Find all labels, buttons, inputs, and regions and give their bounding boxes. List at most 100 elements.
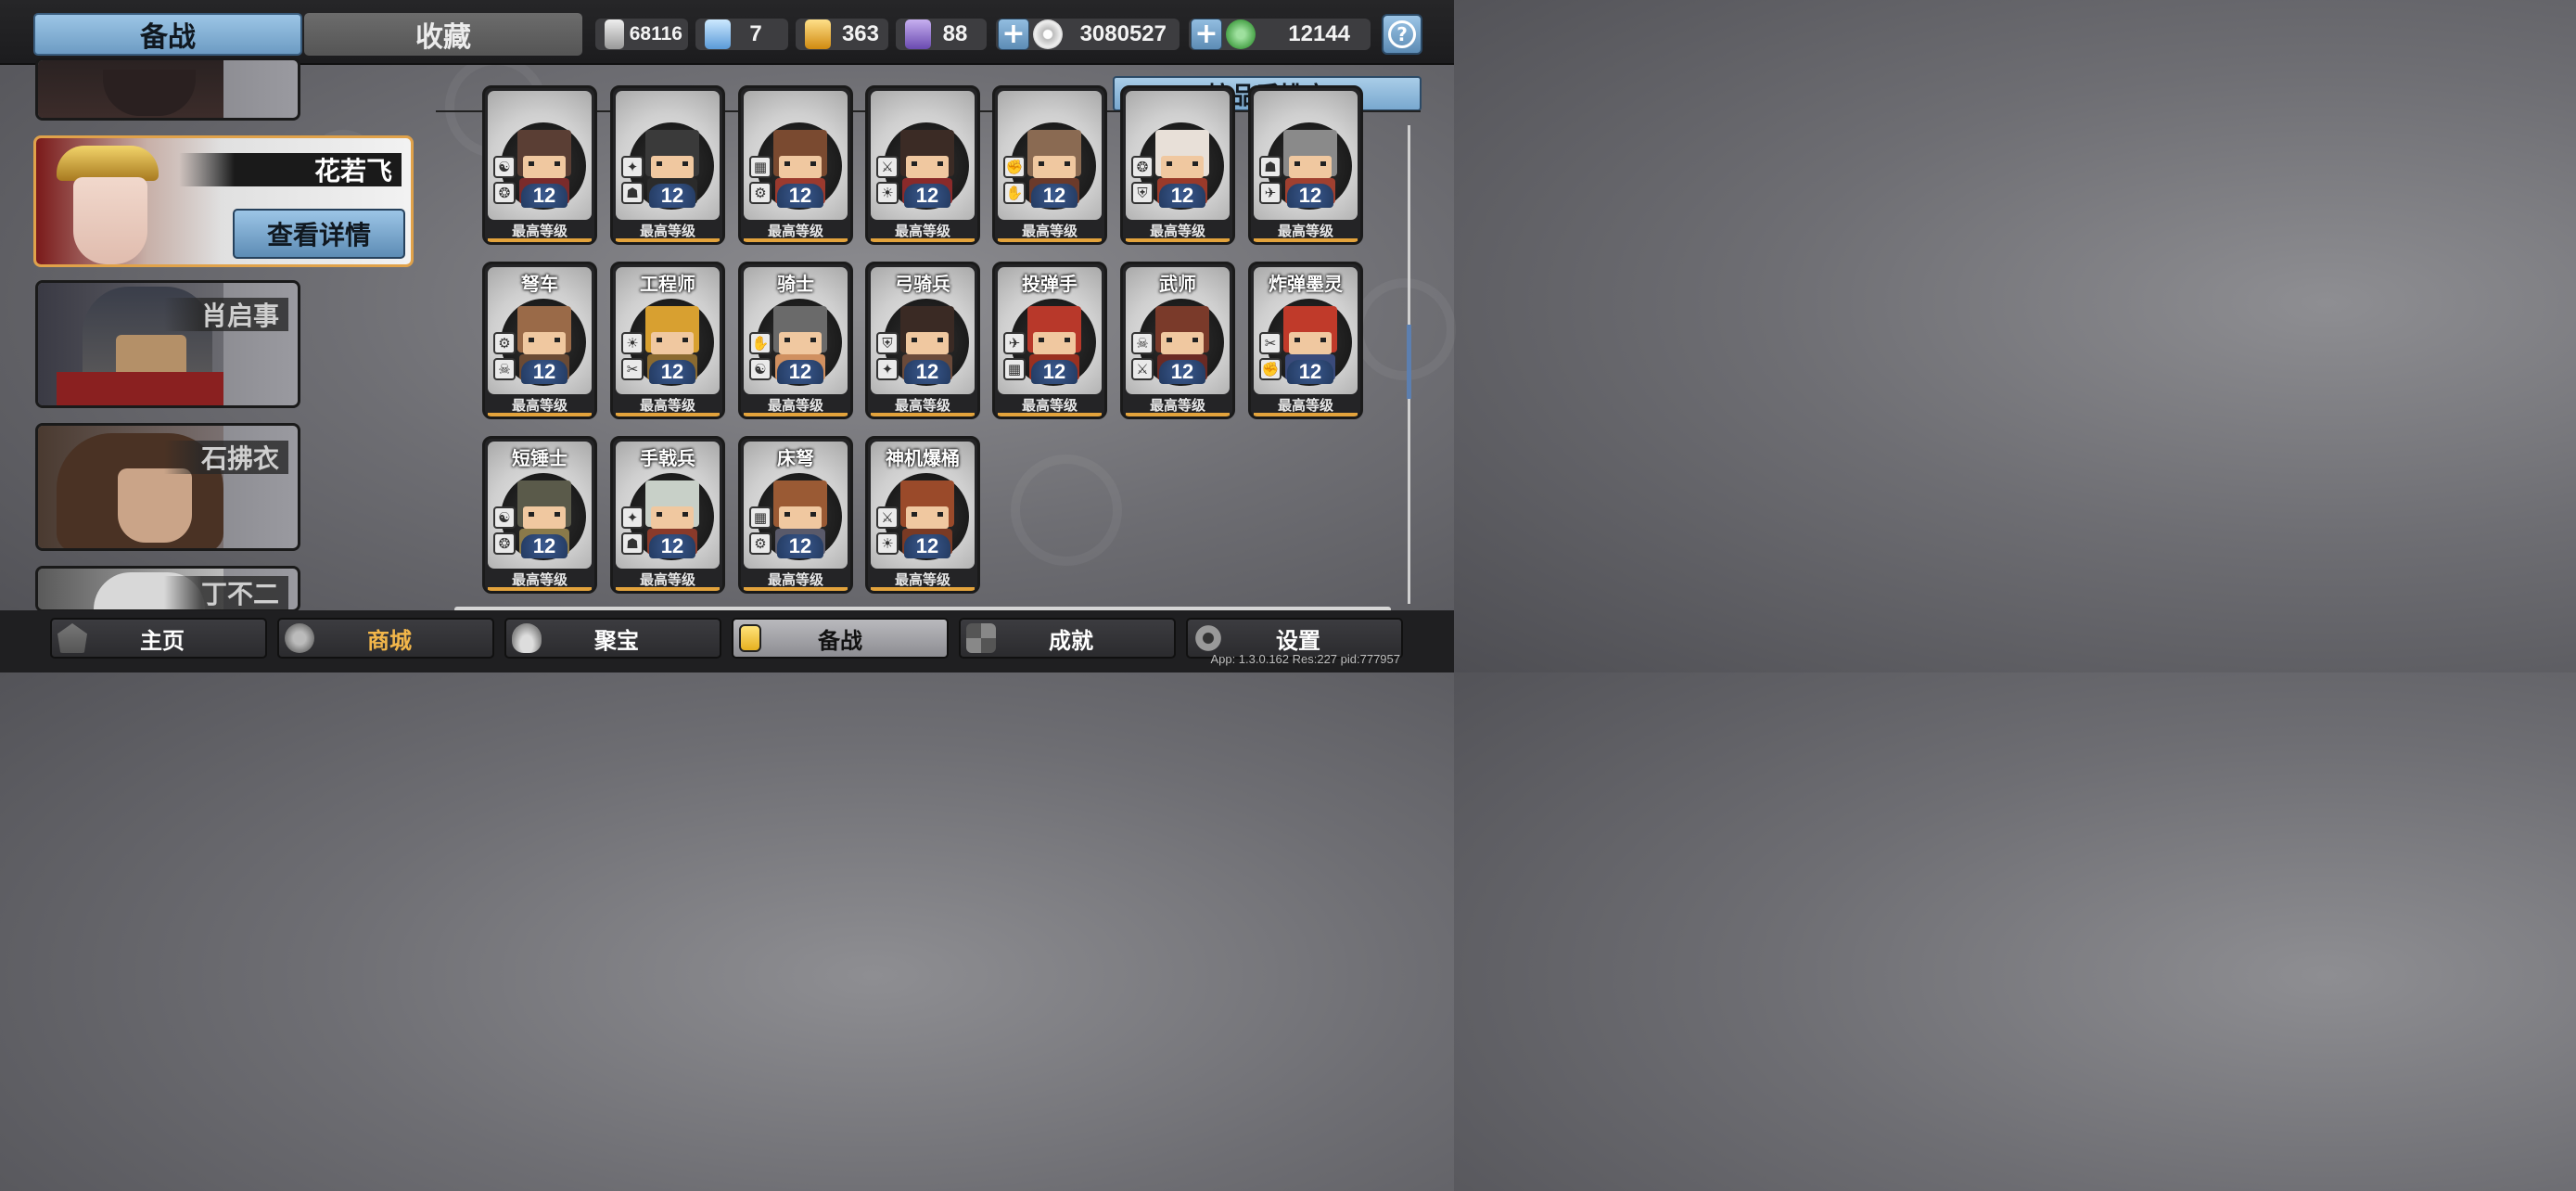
max-level-label: 最高等级 (741, 570, 850, 591)
unit-eyes (657, 161, 688, 166)
unit-trait-icon: ☯ (749, 358, 772, 380)
unit-card[interactable]: 神机爆桶 ⚔ ☀ 12 最高等级 (865, 436, 980, 594)
unit-level: 12 (649, 534, 695, 558)
gear-icon (1193, 623, 1223, 653)
unit-card[interactable]: 工程师 ☀ ✂ 12 最高等级 (610, 262, 725, 419)
unit-card[interactable]: ▦ ⚙ 12 最高等级 (738, 85, 853, 245)
unit-portrait: ✊ ✋ 12 (998, 91, 1102, 220)
jade-coin-icon (1226, 19, 1256, 49)
tab-prepare[interactable]: 备战 (33, 13, 302, 56)
view-details-button[interactable]: 查看详情 (233, 209, 405, 259)
currency-value: 12144 (1288, 21, 1350, 46)
unit-trait-icon: ✈ (1259, 182, 1282, 204)
nav-label: 商城 (367, 627, 412, 654)
unit-card[interactable]: ✊ ✋ 12 最高等级 (992, 85, 1107, 245)
unit-card[interactable]: 弓骑兵 ⛨ ✦ 12 最高等级 (865, 262, 980, 419)
unit-card[interactable]: 床弩 ▦ ⚙ 12 最高等级 (738, 436, 853, 594)
nav-prepare[interactable]: 备战 (732, 618, 949, 659)
unit-trait-icon: ⚔ (1131, 358, 1154, 380)
unit-trait-icon: ☠ (493, 358, 516, 380)
unit-card[interactable]: 武师 ☠ ⚔ 12 最高等级 (1120, 262, 1235, 419)
nav-shop[interactable]: 商城 (277, 618, 494, 659)
unit-trait-icon: ☗ (1259, 156, 1282, 178)
currency-silver: + 3080527 (996, 19, 1180, 50)
unit-card[interactable]: ☗ ✈ 12 最高等级 (1248, 85, 1363, 245)
hero-card[interactable]: 石拂衣 (35, 423, 300, 551)
unit-name: 武师 (1159, 273, 1196, 295)
unit-name: 神机爆桶 (886, 447, 960, 469)
unit-card[interactable]: 短锤士 ☯ ❂ 12 最高等级 (482, 436, 597, 594)
unit-trait-icon: ☗ (621, 182, 644, 204)
unit-face (906, 506, 949, 529)
unit-name: 床弩 (777, 447, 814, 469)
unit-face (651, 332, 694, 354)
add-jade-button[interactable]: + (1191, 19, 1222, 50)
unit-name: 工程师 (640, 273, 695, 295)
max-level-label: 最高等级 (1251, 222, 1360, 242)
unit-trait-icon: ☀ (876, 532, 899, 555)
unit-portrait: 手戟兵 ✦ ☗ 12 (616, 442, 720, 569)
nav-home[interactable]: 主页 (50, 618, 267, 659)
unit-trait-icon: ⚙ (749, 182, 772, 204)
add-silver-button[interactable]: + (998, 19, 1029, 50)
unit-portrait: ☯ ❂ 12 (488, 91, 592, 220)
background-ornament (1011, 455, 1122, 566)
hero-card-selected[interactable]: 花若飞 查看详情 (33, 135, 414, 267)
nav-label: 成就 (1049, 627, 1093, 654)
unit-face (779, 332, 822, 354)
unit-name: 投弹手 (1022, 273, 1078, 295)
max-level-label: 最高等级 (485, 570, 594, 591)
max-level-label: 最高等级 (485, 396, 594, 416)
max-level-label: 最高等级 (1123, 396, 1232, 416)
hero-card[interactable]: 丁不二 (35, 566, 300, 612)
nav-achievement[interactable]: 成就 (959, 618, 1176, 659)
unit-face (651, 156, 694, 178)
resource-value: 88 (942, 21, 968, 46)
unit-card[interactable]: 手戟兵 ✦ ☗ 12 最高等级 (610, 436, 725, 594)
tab-collection[interactable]: 收藏 (304, 13, 582, 56)
max-level-label: 最高等级 (868, 396, 977, 416)
help-button[interactable]: ? (1382, 14, 1422, 55)
unit-trait-icon: ⚔ (876, 506, 899, 529)
unit-trait-icon: ☯ (493, 156, 516, 178)
max-level-label: 最高等级 (868, 222, 977, 242)
unit-level: 12 (1159, 360, 1205, 384)
unit-card[interactable]: 投弹手 ✈ ▦ 12 最高等级 (992, 262, 1107, 419)
currency-jade: + 12144 (1189, 19, 1371, 50)
unit-trait-icon: ✋ (749, 332, 772, 354)
unit-portrait: 短锤士 ☯ ❂ 12 (488, 442, 592, 569)
hero-card[interactable] (35, 58, 300, 121)
unit-card[interactable]: ☯ ❂ 12 最高等级 (482, 85, 597, 245)
max-level-label: 最高等级 (485, 222, 594, 242)
scrollbar-thumb[interactable] (1407, 325, 1411, 399)
silver-shield-icon (605, 19, 624, 49)
currency-value: 3080527 (1079, 21, 1167, 46)
unit-face (523, 332, 566, 354)
red-scarf (57, 372, 223, 405)
resource-value: 363 (841, 21, 879, 46)
max-level-label: 最高等级 (1123, 222, 1232, 242)
unit-eyes (784, 338, 816, 342)
nav-treasure[interactable]: 聚宝 (504, 618, 721, 659)
unit-level: 12 (1031, 360, 1078, 384)
unit-face (523, 156, 566, 178)
unit-trait-icon: ✊ (1003, 156, 1026, 178)
unit-card[interactable]: ✦ ☗ 12 最高等级 (610, 85, 725, 245)
unit-portrait: ❂ ⛨ 12 (1126, 91, 1230, 220)
resource-purple-token: 88 (896, 19, 987, 50)
unit-name: 骑士 (777, 273, 814, 295)
unit-card[interactable]: ⚔ ☀ 12 最高等级 (865, 85, 980, 245)
unit-eyes (1294, 338, 1326, 342)
unit-card[interactable]: 骑士 ✋ ☯ 12 最高等级 (738, 262, 853, 419)
unit-card[interactable]: 弩车 ⚙ ☠ 12 最高等级 (482, 262, 597, 419)
unit-trait-icon: ▦ (1003, 358, 1026, 380)
unit-card[interactable]: 炸弹墨灵 ✂ ✊ 12 最高等级 (1248, 262, 1363, 419)
unit-trait-icon: ☀ (876, 182, 899, 204)
unit-card[interactable]: ❂ ⛨ 12 最高等级 (1120, 85, 1235, 245)
unit-trait-icon: ☀ (621, 332, 644, 354)
crystal-icon (705, 19, 731, 49)
hero-card[interactable]: 肖启事 (35, 280, 300, 408)
background-ornament (1354, 278, 1456, 380)
hero-name: 丁不二 (163, 576, 288, 609)
unit-trait-icon: ⚙ (493, 332, 516, 354)
